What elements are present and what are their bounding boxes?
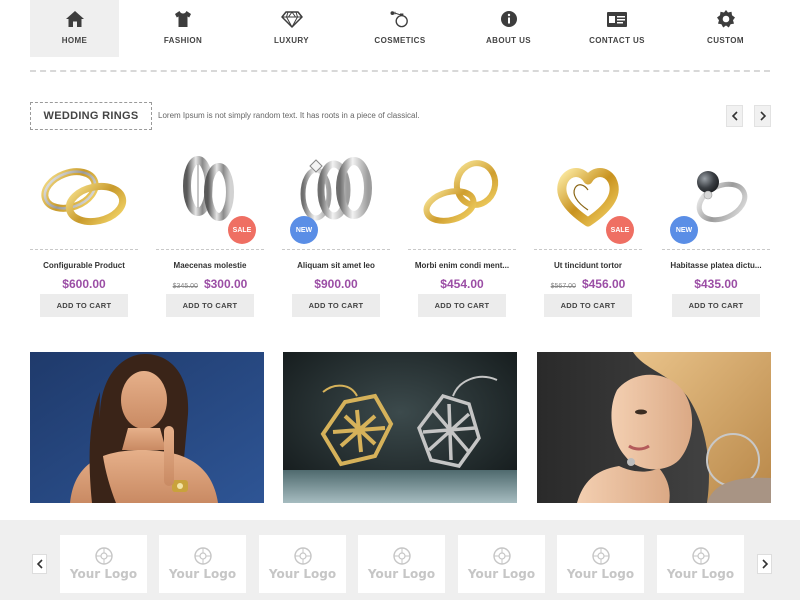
- product-name[interactable]: Maecenas molestie: [146, 261, 274, 270]
- diamond-icon: [280, 8, 303, 30]
- brand-logo[interactable]: Your Logo: [159, 535, 246, 593]
- add-to-cart-button[interactable]: ADD TO CART: [40, 294, 128, 317]
- product-image[interactable]: [30, 150, 138, 240]
- add-to-cart-button[interactable]: ADD TO CART: [672, 294, 760, 317]
- product-name[interactable]: Configurable Product: [20, 261, 148, 270]
- product-name[interactable]: Aliquam sit amet leo: [272, 261, 400, 270]
- carousel-prev-button[interactable]: [726, 105, 743, 127]
- nav-label-contact-us: CONTACT US: [589, 36, 645, 45]
- product-carousel: Configurable Product $600.00 ADD TO CART…: [30, 150, 770, 330]
- brand-logo[interactable]: Your Logo: [259, 535, 346, 593]
- logo-text: Your Logo: [566, 567, 635, 581]
- perfume-icon: [389, 8, 411, 30]
- product-old-price: $345.00: [172, 283, 198, 290]
- product-price: $600.00: [62, 277, 106, 291]
- nav-label-custom: CUSTOM: [707, 36, 744, 45]
- product-price: $456.00: [581, 277, 626, 291]
- logo-text: Your Logo: [666, 567, 735, 581]
- price-row: $600.00: [20, 275, 148, 293]
- add-to-cart-button[interactable]: ADD TO CART: [292, 294, 380, 317]
- carousel-next-button[interactable]: [754, 105, 771, 127]
- nav-label-about-us: ABOUT US: [486, 36, 531, 45]
- info-icon: [498, 8, 520, 30]
- brand-logo[interactable]: Your Logo: [557, 535, 644, 593]
- chevron-left-icon: [731, 111, 738, 121]
- brand-logo[interactable]: Your Logo: [657, 535, 744, 593]
- price-row: $345.00 $300.00: [146, 275, 274, 293]
- chevron-right-icon: [761, 559, 768, 569]
- logo-flower-icon: [94, 547, 113, 565]
- price-row: $454.00: [398, 275, 526, 293]
- logo-flower-icon: [492, 547, 511, 565]
- chevron-left-icon: [36, 559, 43, 569]
- nav-label-home: HOME: [61, 36, 88, 45]
- logo-flower-icon: [293, 547, 312, 565]
- logo-flower-icon: [691, 547, 710, 565]
- logo-text: Your Logo: [467, 567, 536, 581]
- new-badge: NEW: [670, 216, 698, 244]
- product-card[interactable]: NEW Aliquam sit amet leo $900.00 ADD TO …: [282, 150, 390, 320]
- nav-luxury[interactable]: LUXURY: [247, 0, 336, 57]
- product-price: $900.00: [314, 277, 358, 291]
- gear-icon: [715, 8, 737, 30]
- contact-card-icon: [606, 8, 628, 30]
- logos-next-button[interactable]: [757, 554, 772, 574]
- add-to-cart-button[interactable]: ADD TO CART: [166, 294, 254, 317]
- logo-text: Your Logo: [168, 567, 237, 581]
- logo-text: Your Logo: [69, 567, 138, 581]
- logo-text: Your Logo: [367, 567, 436, 581]
- section-title: WEDDING RINGS: [30, 102, 152, 130]
- nav-label-fashion: FASHION: [163, 36, 203, 45]
- blonde-woman-banner[interactable]: [537, 352, 771, 503]
- product-card[interactable]: NEW Habitasse platea dictu... $435.00 AD…: [662, 150, 770, 320]
- price-row: $435.00: [652, 275, 780, 293]
- product-card[interactable]: SALE Maecenas molestie $345.00 $300.00 AD…: [156, 150, 264, 320]
- add-to-cart-button[interactable]: ADD TO CART: [544, 294, 632, 317]
- tshirt-icon: [172, 8, 194, 30]
- product-price: $435.00: [694, 277, 738, 291]
- product-price: $300.00: [203, 277, 248, 291]
- product-name[interactable]: Habitasse platea dictu...: [652, 261, 780, 270]
- sale-badge: SALE: [606, 216, 634, 244]
- nav-divider: [30, 70, 770, 72]
- product-card[interactable]: Morbi enim condi ment... $454.00 ADD TO …: [408, 150, 516, 320]
- nav-about-us[interactable]: ABOUT US: [464, 0, 553, 57]
- price-row: $900.00: [272, 275, 400, 293]
- brand-logo[interactable]: Your Logo: [358, 535, 445, 593]
- product-name[interactable]: Morbi enim condi ment...: [398, 261, 526, 270]
- nav-fashion[interactable]: FASHION: [139, 0, 228, 57]
- price-row: $567.00 $456.00: [524, 275, 652, 293]
- pendants-banner[interactable]: [283, 352, 517, 503]
- nav-contact-us[interactable]: CONTACT US: [573, 0, 662, 57]
- nav-label-cosmetics: COSMETICS: [374, 36, 426, 45]
- product-card[interactable]: Configurable Product $600.00 ADD TO CART: [30, 150, 138, 320]
- product-price: $454.00: [440, 277, 484, 291]
- logo-flower-icon: [193, 547, 212, 565]
- product-card[interactable]: SALE Ut tincidunt tortor $567.00 $456.00 …: [534, 150, 642, 320]
- nav-label-luxury: LUXURY: [274, 36, 309, 45]
- main-nav: HOME FASHION LUXURY COSMETICS ABOUT US C…: [30, 0, 770, 57]
- home-icon: [64, 8, 86, 30]
- brand-logo[interactable]: Your Logo: [60, 535, 147, 593]
- add-to-cart-button[interactable]: ADD TO CART: [418, 294, 506, 317]
- nav-home[interactable]: HOME: [30, 0, 119, 57]
- nav-cosmetics[interactable]: COSMETICS: [356, 0, 445, 57]
- logo-text: Your Logo: [268, 567, 337, 581]
- logo-flower-icon: [591, 547, 610, 565]
- logo-flower-icon: [392, 547, 411, 565]
- product-old-price: $567.00: [550, 283, 576, 290]
- brand-logo[interactable]: Your Logo: [458, 535, 545, 593]
- logos-prev-button[interactable]: [32, 554, 47, 574]
- new-badge: NEW: [290, 216, 318, 244]
- nav-custom[interactable]: CUSTOM: [681, 0, 770, 57]
- product-name[interactable]: Ut tincidunt tortor: [524, 261, 652, 270]
- chevron-right-icon: [759, 111, 766, 121]
- woman-jewelry-banner[interactable]: [30, 352, 264, 503]
- sale-badge: SALE: [228, 216, 256, 244]
- product-image[interactable]: [408, 150, 516, 240]
- section-description: Lorem Ipsum is not simply random text. I…: [158, 111, 420, 120]
